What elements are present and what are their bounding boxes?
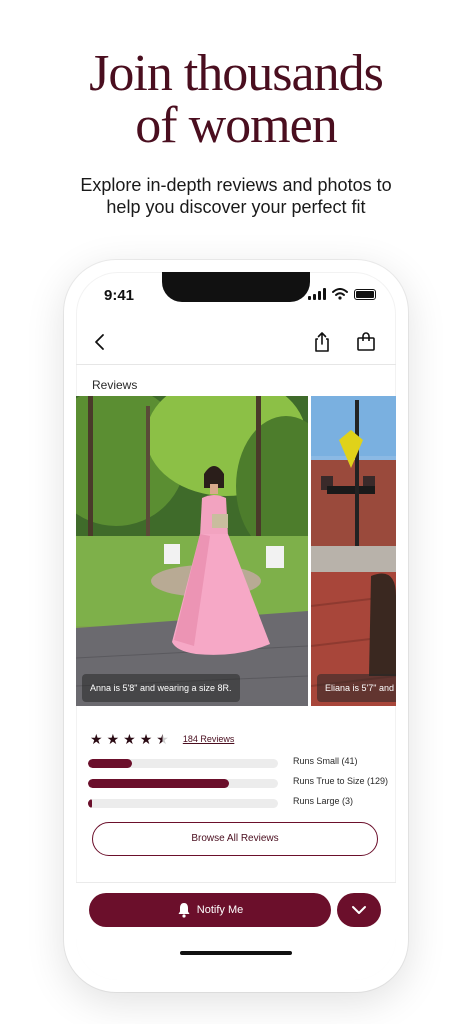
fit-bar-fill (88, 759, 132, 768)
bottom-action-bar: Notify Me (76, 882, 396, 980)
star-icon: ★ (106, 731, 120, 747)
review-photo-gallery[interactable]: Anna is 5'8" and wearing a size 8R. Elia… (76, 396, 396, 706)
back-icon[interactable] (88, 330, 112, 354)
fit-bar-track (88, 759, 278, 768)
star-icon: ★ (139, 731, 153, 747)
fit-label: Runs True to Size (129) (293, 776, 389, 786)
headline-line-1: Join thousands (89, 45, 384, 102)
fit-label: Runs Small (41) (293, 756, 358, 766)
home-indicator (180, 951, 292, 955)
half-star-icon: ★ (156, 731, 169, 747)
fit-label: Runs Large (3) (293, 796, 354, 806)
star-icon: ★ (123, 731, 136, 747)
bell-icon (178, 903, 190, 918)
phone-frame: 9:41 Reviews Anna is 5'8" and wearing a … (64, 260, 408, 992)
fit-row-small: Runs Small (41) (88, 756, 384, 768)
chevron-down-icon (352, 906, 366, 914)
star-icon: ★ (90, 731, 103, 747)
subhead-line-2: help you discover your perfect fit (106, 197, 366, 217)
battery-icon (354, 288, 376, 300)
promo-subhead: Explore in-depth reviews and photos to h… (0, 174, 472, 218)
browse-all-reviews-button[interactable]: Browse All Reviews (92, 822, 378, 856)
product-navbar (76, 320, 396, 365)
status-icons (308, 286, 376, 302)
fit-row-true: Runs True to Size (129) (88, 776, 388, 788)
review-photo-1[interactable]: Anna is 5'8" and wearing a size 8R. (76, 396, 308, 706)
reviews-section-label: Reviews (92, 378, 138, 392)
phone-notch (162, 272, 310, 302)
fit-bar-fill (88, 799, 92, 808)
review-count-link[interactable]: 184 Reviews (183, 734, 235, 744)
notify-me-button[interactable]: Notify Me (89, 893, 331, 927)
promo-headline: Join thousands of women (0, 48, 472, 152)
options-dropdown-button[interactable] (337, 893, 381, 927)
signal-icon (308, 288, 326, 300)
fit-bar-fill (88, 779, 229, 788)
rating-summary: ★ ★ ★ ★ ★ 184 Reviews (90, 732, 234, 746)
review-photo-2[interactable]: Eliana is 5'7" and (311, 396, 396, 706)
status-time: 9:41 (104, 287, 135, 304)
photo-1-caption: Anna is 5'8" and wearing a size 8R. (82, 674, 240, 702)
headline-line-2: of women (135, 97, 337, 154)
notify-me-label: Notify Me (196, 904, 244, 916)
photo-2-image (311, 396, 396, 706)
photo-2-caption: Eliana is 5'7" and (317, 674, 396, 702)
phone-screen: 9:41 Reviews Anna is 5'8" and wearing a … (76, 272, 396, 980)
fit-row-large: Runs Large (3) (88, 796, 384, 808)
subhead-line-1: Explore in-depth reviews and photos to (80, 175, 392, 195)
bag-icon[interactable] (354, 330, 378, 354)
photo-1-image (76, 396, 308, 706)
wifi-icon (332, 288, 348, 300)
fit-bar-track (88, 799, 278, 808)
fit-bar-track (88, 779, 278, 788)
share-icon[interactable] (310, 330, 334, 354)
